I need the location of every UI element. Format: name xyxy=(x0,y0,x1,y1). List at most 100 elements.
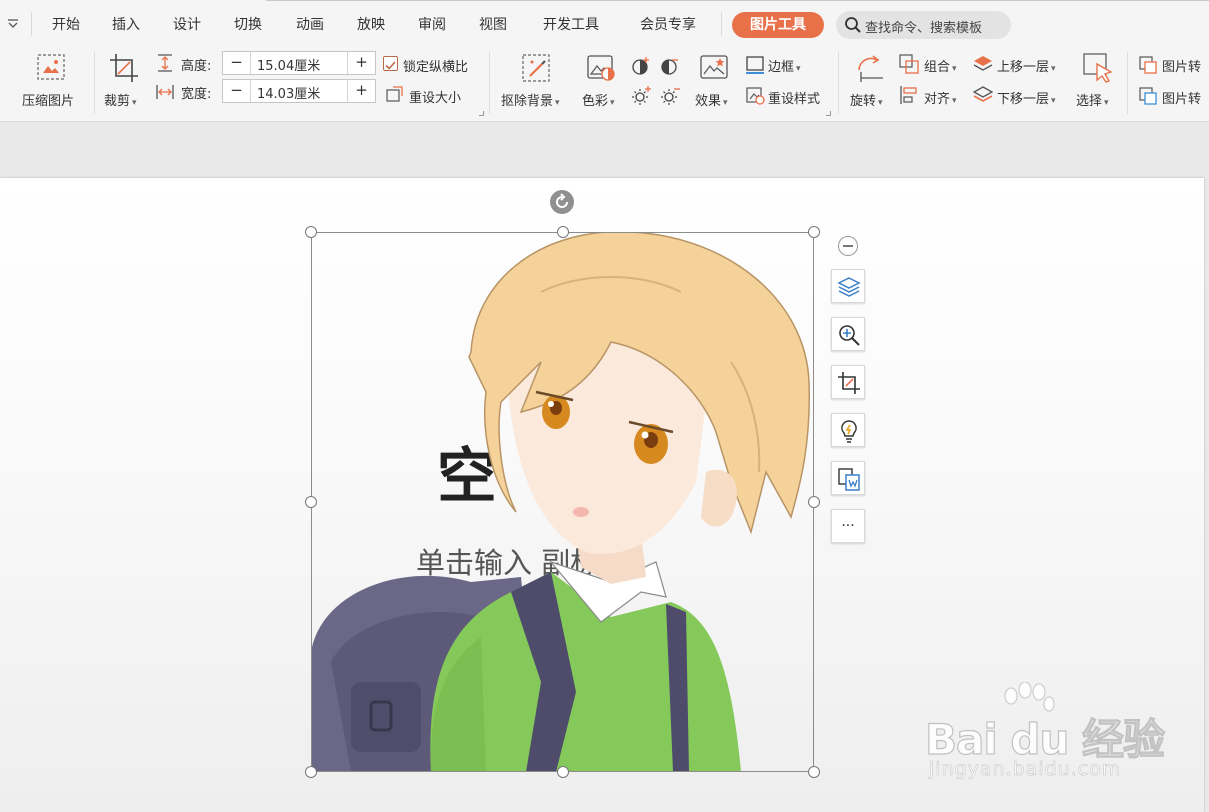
more-icon: ··· xyxy=(841,518,855,534)
tab-view[interactable]: 视图 xyxy=(479,14,507,34)
align-label: 对齐 xyxy=(924,92,951,107)
picture-convert-side-button[interactable] xyxy=(831,461,865,495)
chevron-down-icon: ▾ xyxy=(1051,64,1056,74)
reset-style-icon[interactable] xyxy=(745,85,765,105)
border-button[interactable]: 边框 ▾ xyxy=(768,56,801,75)
chevron-down-icon: ▾ xyxy=(952,96,957,106)
resize-handle-top[interactable] xyxy=(557,226,569,238)
picture-convert-alt-button[interactable]: 图片转 xyxy=(1162,88,1201,107)
crop-button[interactable]: 裁剪 ▾ xyxy=(104,90,137,109)
select-button[interactable]: 选择 ▾ xyxy=(1076,90,1109,109)
resize-handle-right[interactable] xyxy=(808,496,820,508)
align-icon[interactable] xyxy=(899,85,919,105)
bring-forward-button[interactable]: 上移一层 ▾ xyxy=(997,56,1056,75)
tab-review[interactable]: 审阅 xyxy=(418,14,446,34)
width-label: 宽度: xyxy=(181,87,212,102)
watermark-url: jingyan.baidu.com xyxy=(929,758,1122,781)
crop-icon[interactable] xyxy=(108,52,140,84)
chevron-down-icon: ▾ xyxy=(610,98,615,108)
resize-handle-left[interactable] xyxy=(305,496,317,508)
height-decrease-button[interactable]: − xyxy=(223,52,251,74)
reset-size-icon[interactable] xyxy=(385,84,405,104)
ribbon-divider xyxy=(489,52,490,114)
width-icon xyxy=(155,82,175,102)
ribbon-divider xyxy=(94,52,95,114)
decrease-brightness-icon[interactable] xyxy=(660,85,682,107)
style-dialog-launcher[interactable] xyxy=(826,111,831,116)
increase-brightness-icon[interactable] xyxy=(631,85,653,107)
remove-background-icon[interactable] xyxy=(520,52,552,84)
select-icon[interactable] xyxy=(1082,52,1114,84)
increase-contrast-icon[interactable] xyxy=(631,55,653,77)
collapse-toolbar-icon[interactable] xyxy=(838,236,858,256)
color-icon[interactable] xyxy=(586,54,616,82)
tab-developer[interactable]: 开发工具 xyxy=(543,14,599,34)
picture-selection-frame xyxy=(311,232,814,772)
lock-ratio-checkbox[interactable] xyxy=(383,56,398,71)
reset-style-button[interactable]: 重设样式 xyxy=(768,88,820,107)
more-options-button[interactable]: ··· xyxy=(831,509,865,543)
height-value[interactable]: 15.04厘米 xyxy=(257,55,320,74)
menu-divider xyxy=(721,12,722,36)
width-increase-button[interactable]: + xyxy=(347,80,375,102)
tab-design[interactable]: 设计 xyxy=(173,14,201,34)
remove-background-button[interactable]: 抠除背景 ▾ xyxy=(501,90,560,109)
group-icon[interactable] xyxy=(899,54,919,74)
lock-ratio-label[interactable]: 锁定纵横比 xyxy=(403,56,468,75)
tab-home[interactable]: 开始 xyxy=(52,14,80,34)
picture-convert-alt-icon[interactable] xyxy=(1138,86,1158,106)
baidu-jingyan-watermark: Bai du 经验 jingyan.baidu.com xyxy=(924,682,1166,792)
send-backward-button[interactable]: 下移一层 ▾ xyxy=(997,88,1056,107)
width-decrease-button[interactable]: − xyxy=(223,80,251,102)
resize-handle-bottom[interactable] xyxy=(557,766,569,778)
color-button[interactable]: 色彩 ▾ xyxy=(582,90,615,109)
chevron-down-icon: ▾ xyxy=(952,64,957,74)
tab-animation[interactable]: 动画 xyxy=(296,14,324,34)
height-stepper[interactable]: − 15.04厘米 + xyxy=(222,51,376,75)
command-search[interactable]: 查找命令、搜索模板 xyxy=(836,11,1011,39)
rotate-button[interactable]: 旋转 ▾ xyxy=(850,90,883,109)
tab-slideshow[interactable]: 放映 xyxy=(357,14,385,34)
menu-divider xyxy=(31,12,32,36)
compress-picture-icon[interactable] xyxy=(36,53,66,81)
resize-handle-top-left[interactable] xyxy=(305,226,317,238)
layer-options-button[interactable] xyxy=(831,269,865,303)
zoom-picture-button[interactable] xyxy=(831,317,865,351)
smart-beautify-button[interactable] xyxy=(831,413,865,447)
effects-button[interactable]: 效果 ▾ xyxy=(695,90,728,109)
search-placeholder: 查找命令、搜索模板 xyxy=(865,21,983,36)
effects-icon[interactable] xyxy=(699,54,729,82)
group-button[interactable]: 组合 ▾ xyxy=(924,56,957,75)
quick-access-dropdown-icon[interactable] xyxy=(7,17,23,31)
rotate-icon[interactable] xyxy=(853,52,885,84)
rotate-handle-icon[interactable] xyxy=(550,190,574,214)
picture-convert-button[interactable]: 图片转 xyxy=(1162,56,1201,75)
tab-picture-tools[interactable]: 图片工具 xyxy=(732,12,824,38)
chevron-down-icon: ▾ xyxy=(1051,96,1056,106)
ribbon-divider xyxy=(838,52,839,114)
picture-convert-icon[interactable] xyxy=(1138,55,1158,75)
border-icon[interactable] xyxy=(745,55,765,75)
height-increase-button[interactable]: + xyxy=(347,52,375,74)
tab-transitions[interactable]: 切换 xyxy=(234,14,262,34)
bring-forward-icon[interactable] xyxy=(972,54,994,74)
reset-size-button[interactable]: 重设大小 xyxy=(409,87,461,106)
resize-handle-top-right[interactable] xyxy=(808,226,820,238)
decrease-contrast-icon[interactable] xyxy=(660,55,682,77)
send-backward-icon[interactable] xyxy=(972,85,994,105)
width-stepper[interactable]: − 14.03厘米 + xyxy=(222,79,376,103)
crop-picture-button[interactable] xyxy=(831,365,865,399)
tab-insert[interactable]: 插入 xyxy=(112,14,140,34)
chevron-down-icon: ▾ xyxy=(132,98,137,108)
ribbon-divider xyxy=(1127,52,1128,114)
width-value[interactable]: 14.03厘米 xyxy=(257,83,320,102)
remove-background-label: 抠除背景 xyxy=(501,94,554,109)
align-button[interactable]: 对齐 ▾ xyxy=(924,88,957,107)
search-icon xyxy=(844,16,862,38)
tab-member[interactable]: 会员专享 xyxy=(640,14,696,34)
compress-picture-button[interactable]: 压缩图片 xyxy=(22,90,74,109)
resize-handle-bottom-left[interactable] xyxy=(305,766,317,778)
resize-handle-bottom-right[interactable] xyxy=(808,766,820,778)
crop-label: 裁剪 xyxy=(104,94,131,109)
size-dialog-launcher[interactable] xyxy=(479,111,484,116)
